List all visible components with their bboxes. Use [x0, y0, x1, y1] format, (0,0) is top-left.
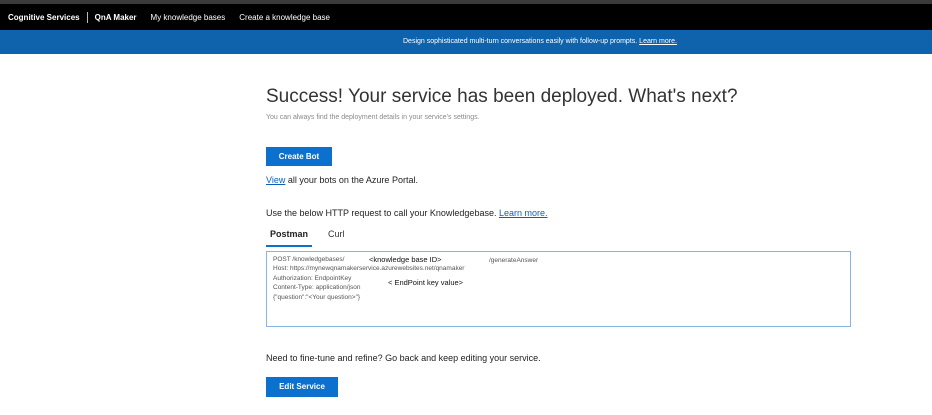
finetune-text: Need to fine-tune and refine? Go back an… — [266, 353, 541, 363]
banner-learn-more-link[interactable]: Learn more. — [639, 38, 677, 45]
info-banner: Design sophisticated multi-turn conversa… — [0, 30, 932, 54]
top-nav-bar: Cognitive Services QnA Maker My knowledg… — [0, 0, 932, 30]
page-subtitle: You can always find the deployment detai… — [266, 114, 480, 121]
http-learn-more-link[interactable]: Learn more. — [499, 208, 548, 218]
code-line-authorization: Authorization: EndpointKey — [273, 274, 352, 282]
view-bots-link[interactable]: View — [266, 175, 285, 185]
code-line-content-type: Content-Type: application/json — [273, 284, 361, 292]
nav-my-knowledge-bases[interactable]: My knowledge bases — [151, 13, 226, 22]
product-name[interactable]: QnA Maker — [95, 13, 137, 22]
code-line-body: {"question":"<Your question>"} — [273, 293, 361, 301]
page-title: Success! Your service has been deployed.… — [266, 86, 738, 107]
banner-text: Design sophisticated multi-turn conversa… — [403, 38, 638, 45]
endpoint-key-placeholder: < EndPoint key value> — [388, 278, 464, 287]
code-line-post: POST /knowledgebases/ — [273, 256, 345, 263]
create-bot-button[interactable]: Create Bot — [266, 147, 332, 166]
http-request-code-box[interactable]: POST /knowledgebases/ Host: https://myne… — [266, 251, 851, 327]
http-request-text: Use the below HTTP request to call your … — [266, 208, 497, 218]
tab-curl[interactable]: Curl — [324, 227, 349, 245]
http-request-line: Use the below HTTP request to call your … — [266, 208, 548, 218]
kb-id-placeholder: <knowledge base ID> — [369, 255, 442, 264]
nav-divider — [86, 11, 88, 23]
tab-postman[interactable]: Postman — [266, 227, 313, 247]
brand-label[interactable]: Cognitive Services — [8, 13, 80, 22]
code-line-host: Host: https://mynewqnamakerservice.azure… — [273, 265, 465, 273]
code-generate-answer: /generateAnswer — [489, 257, 539, 264]
edit-service-button[interactable]: Edit Service — [266, 377, 338, 397]
request-tabs: Postman Curl — [266, 227, 349, 247]
nav-create-knowledge-base[interactable]: Create a knowledge base — [239, 13, 330, 22]
view-bots-text: all your bots on the Azure Portal. — [287, 175, 418, 185]
view-bots-line: View all your bots on the Azure Portal. — [266, 175, 418, 185]
